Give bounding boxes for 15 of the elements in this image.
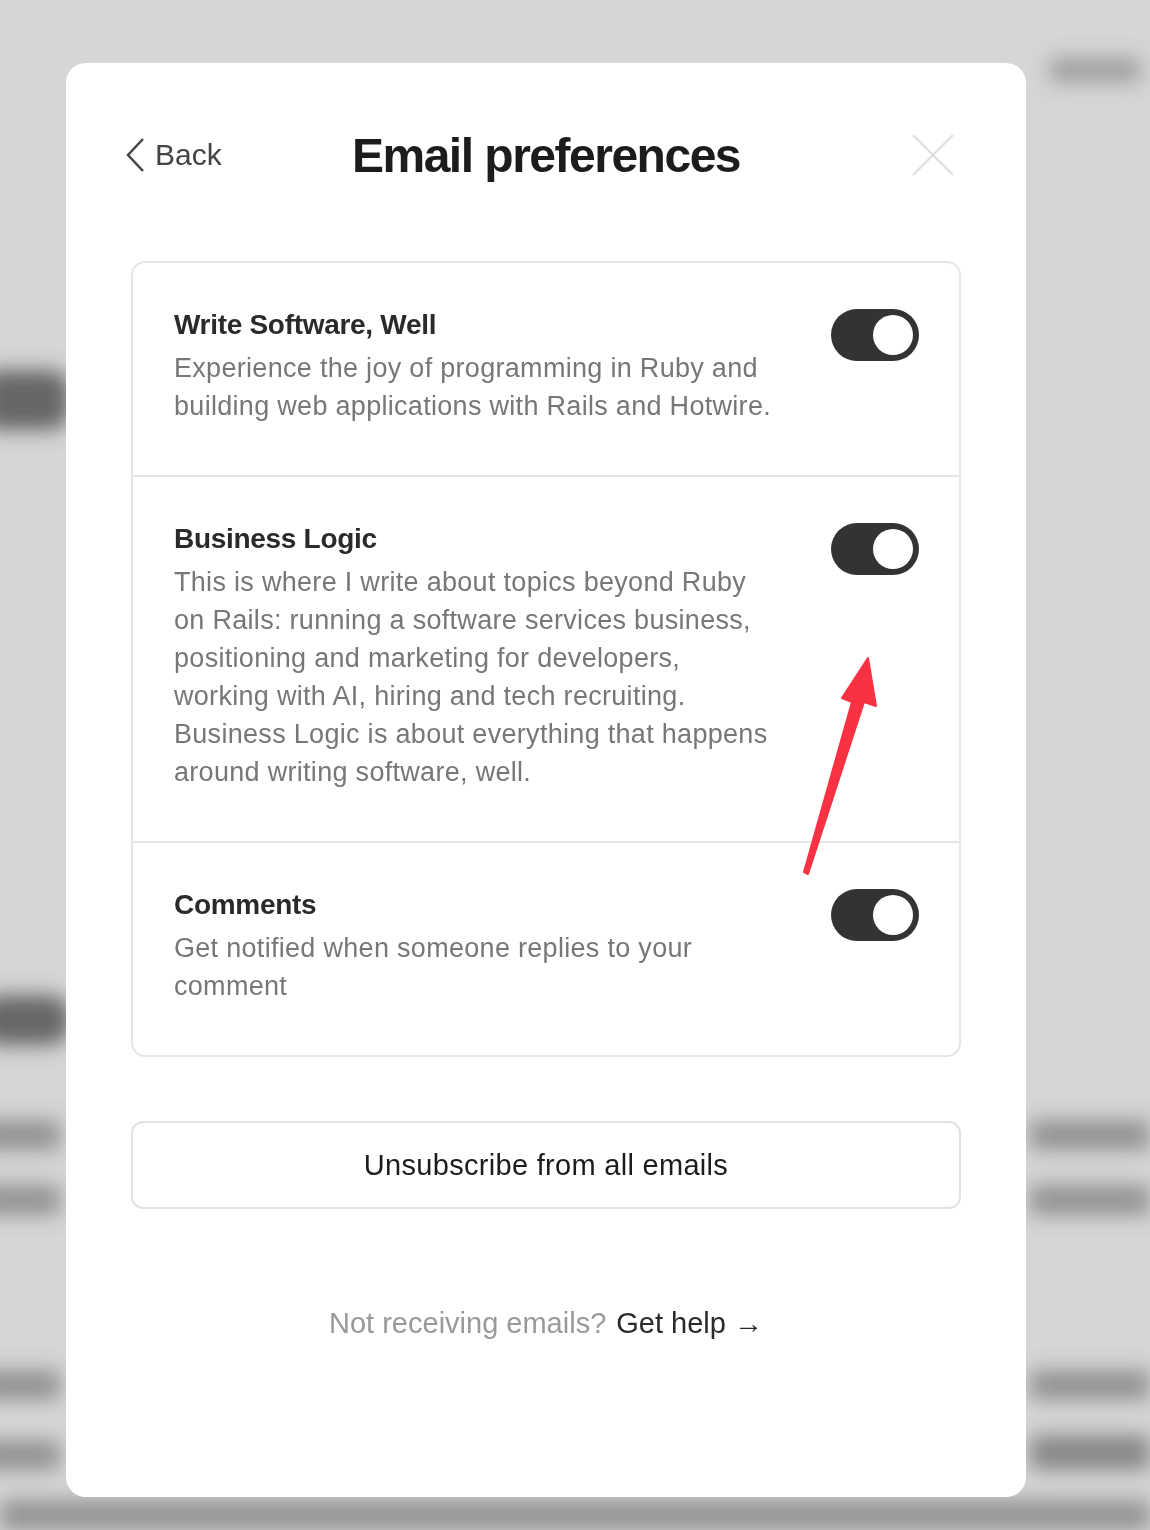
newsletter-name: Business Logic — [174, 523, 378, 555]
toggle-switch[interactable] — [831, 523, 919, 575]
newsletter-description: This is where I write about topics beyond Ruby on Rails: running a software services business, positioning and marketing for developers, working with AI, hiring and tech recruiting. Business Logic is about everything that happens around writing software, well. — [174, 566, 769, 789]
chevron-left-icon — [125, 137, 145, 173]
dialog-title: Email preferences — [350, 127, 742, 183]
newsletter-description: Experience the joy of programming in Ruby and building web applications with Rails and Hotwire. — [174, 352, 772, 423]
newsletter-name: Comments — [174, 889, 318, 921]
back-button[interactable]: Back — [125, 137, 222, 173]
toggle-switch[interactable] — [831, 889, 919, 941]
footer-text: Not receiving emails? — [329, 1307, 607, 1340]
get-help-link[interactable]: Get help → — [616, 1307, 763, 1340]
toggle-switch[interactable] — [831, 309, 919, 361]
newsletter-description: Get notified when someone replies to your comment — [174, 932, 694, 1003]
unsubscribe-button[interactable]: Unsubscribe from all emails — [131, 1121, 961, 1209]
newsletter-name: Write Software, Well — [174, 309, 438, 341]
